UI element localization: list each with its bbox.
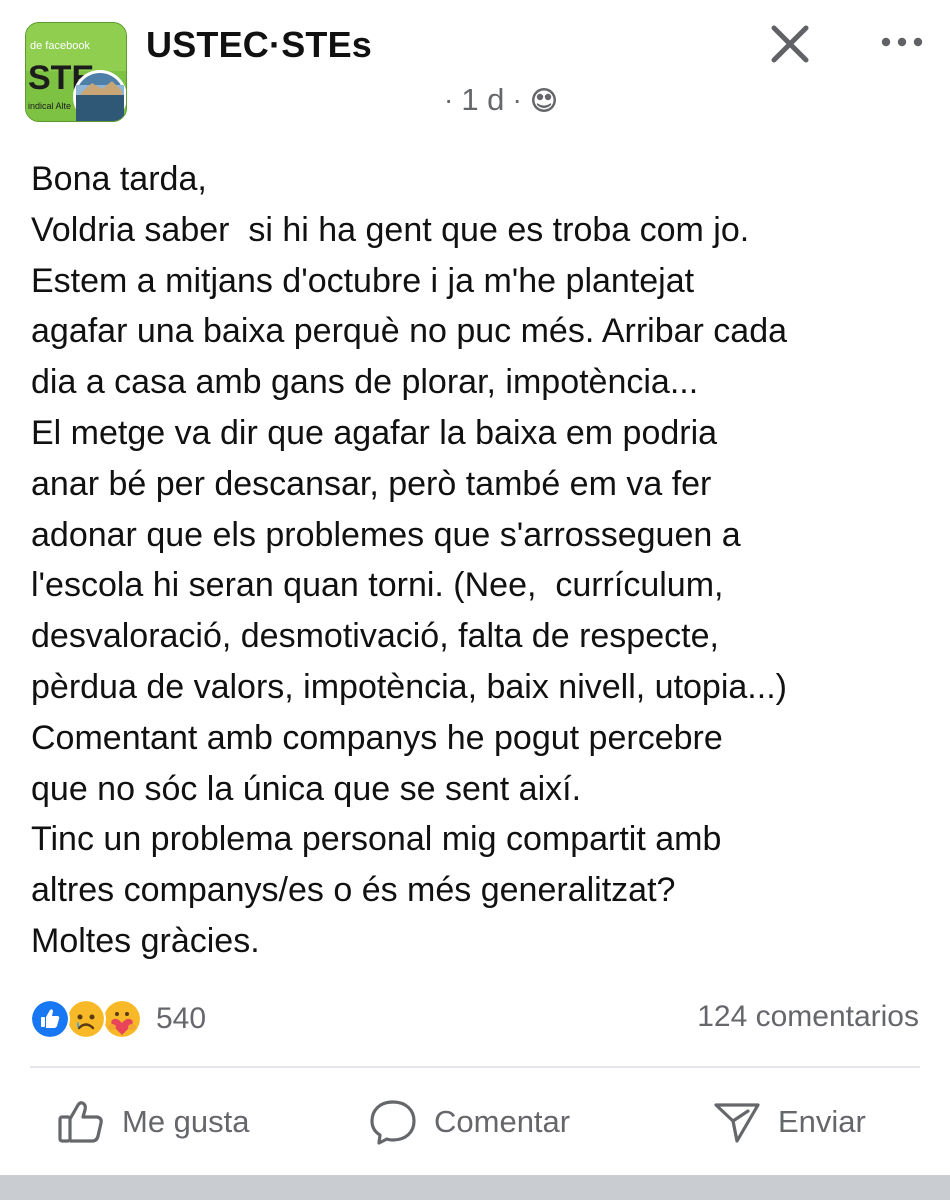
post-text-line: l'escola hi seran quan torni. (Nee, curr…: [31, 566, 724, 605]
post-text-line: que no sóc la única que se sent així.: [31, 769, 582, 808]
post-text-line: pèrdua de valors, impotència, baix nivel…: [31, 667, 787, 706]
send-label: Enviar: [778, 1104, 866, 1139]
post-text-line: agafar una baixa perquè no puc més. Arri…: [31, 312, 788, 351]
post-text-line: altres companys/es o és més generalitzat…: [31, 871, 676, 910]
post-text-line: dia a casa amb gans de plorar, impotènci…: [31, 363, 699, 402]
like-button[interactable]: Me gusta: [56, 1090, 250, 1154]
post-text-line: adonar que els problemes que s'arrossegu…: [31, 515, 741, 554]
globe-icon: [530, 86, 558, 114]
feed-separator: [0, 1175, 950, 1200]
post-text-line: Voldria saber si hi ha gent que es troba…: [31, 210, 750, 249]
post-meta: · 1 d ·: [444, 82, 558, 118]
avatar-caption-top: de facebook: [30, 40, 90, 52]
care-reaction-icon: [102, 999, 142, 1039]
reaction-icons: [30, 999, 150, 1039]
close-icon[interactable]: [766, 20, 814, 68]
post-text-line: desvaloració, desmotivació, falta de res…: [31, 617, 719, 656]
post-timestamp[interactable]: 1 d: [461, 82, 504, 118]
meta-separator: ·: [512, 84, 522, 115]
comment-button[interactable]: Comentar: [368, 1090, 570, 1154]
post-text-line: El metge va dir que agafar la baixa em p…: [31, 413, 718, 452]
post-text-line: Estem a mitjans d'octubre i ja m'he plan…: [31, 261, 695, 300]
sad-reaction-icon: [66, 999, 106, 1039]
send-button[interactable]: Enviar: [712, 1090, 866, 1154]
post-text: Bona tarda, Voldria saber si hi ha gent …: [31, 154, 931, 967]
post-text-line: Moltes gràcies.: [31, 921, 260, 960]
comment-bubble-icon: [368, 1097, 418, 1147]
meta-separator: ·: [444, 84, 454, 115]
page-avatar[interactable]: de facebook STE indical Alte: [25, 22, 127, 122]
reactions-summary[interactable]: 540: [30, 996, 206, 1042]
post-text-line: Tinc un problema personal mig compartit …: [31, 820, 722, 859]
like-label: Me gusta: [122, 1104, 250, 1139]
avatar-caption-bottom: indical Alte: [28, 101, 71, 111]
post-text-line: Comentant amb companys he pogut percebre: [31, 718, 723, 757]
reaction-count: 540: [156, 1002, 207, 1035]
page-name[interactable]: USTEC·STEs: [146, 24, 372, 66]
like-reaction-icon: [30, 999, 70, 1039]
post-text-line: Bona tarda,: [31, 160, 207, 198]
thumbs-up-icon: [56, 1097, 106, 1147]
post-actions: Me gusta Comentar Enviar: [0, 1090, 950, 1154]
post-header: de facebook STE indical Alte USTEC·STEs …: [0, 0, 950, 140]
more-options-icon[interactable]: [880, 30, 924, 54]
divider: [30, 1066, 920, 1068]
post-text-line: anar bé per descansar, però també em va …: [31, 464, 712, 503]
send-arrow-icon: [712, 1097, 762, 1147]
comments-count[interactable]: 124 comentarios: [697, 1000, 919, 1034]
comment-label: Comentar: [434, 1104, 571, 1139]
